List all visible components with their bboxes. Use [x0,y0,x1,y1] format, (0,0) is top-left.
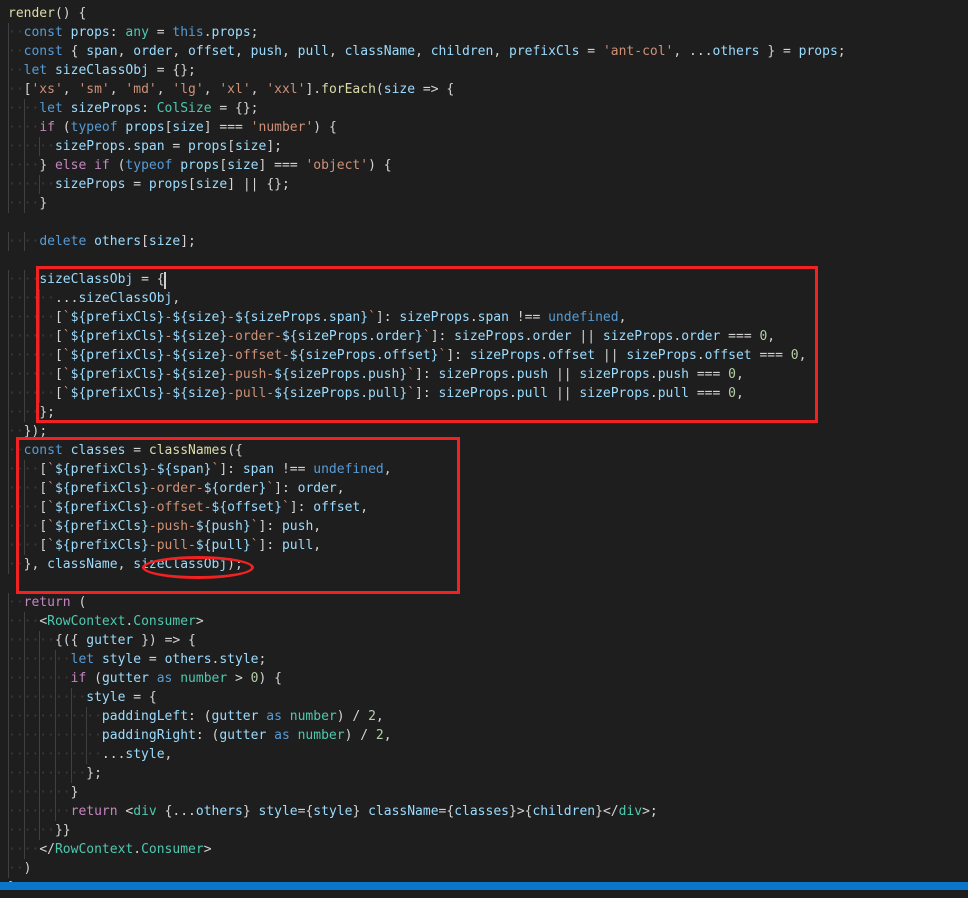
code-line[interactable]: ····[`${prefixCls}-offset-${offset}`]: o… [0,498,968,517]
code-line[interactable]: ····if (typeof props[size] === 'number')… [0,118,968,137]
code-line[interactable]: ······[`${prefixCls}-${size}-push-${size… [0,365,968,384]
code-line[interactable]: ····[`${prefixCls}-pull-${pull}`]: pull, [0,536,968,555]
code-line[interactable]: ······{({ gutter }) => { [0,631,968,650]
code-line[interactable]: ········if (gutter as number > 0) { [0,669,968,688]
code-line[interactable]: ····} [0,194,968,213]
code-line[interactable]: ··let sizeClassObj = {}; [0,61,968,80]
code-line[interactable]: ····} else if (typeof props[size] === 'o… [0,156,968,175]
code-line[interactable]: ····[`${prefixCls}-push-${push}`]: push, [0,517,968,536]
code-line[interactable]: ········let style = others.style; [0,650,968,669]
code-line[interactable]: ······[`${prefixCls}-${size}-offset-${si… [0,346,968,365]
code-line[interactable]: ····[`${prefixCls}-order-${order}`]: ord… [0,479,968,498]
code-line[interactable]: ······[`${prefixCls}-${size}-${sizeProps… [0,308,968,327]
code-line[interactable]: ··['xs', 'sm', 'md', 'lg', 'xl', 'xxl'].… [0,80,968,99]
code-line[interactable]: ············paddingLeft: (gutter as numb… [0,707,968,726]
code-line[interactable]: ··}, className, sizeClassObj); [0,555,968,574]
code-line[interactable] [0,251,968,270]
code-line[interactable]: ··return ( [0,593,968,612]
code-line[interactable]: ··}); [0,422,968,441]
code-lines-container: render() {··const props: any = this.prop… [0,0,968,890]
code-line[interactable]: ··········style = { [0,688,968,707]
code-line[interactable]: ············paddingRight: (gutter as num… [0,726,968,745]
code-line[interactable]: ··const classes = classNames({ [0,441,968,460]
code-editor-viewport[interactable]: render() {··const props: any = this.prop… [0,0,968,890]
code-line[interactable]: ······sizeProps = props[size] || {}; [0,175,968,194]
code-line[interactable]: ······sizeProps.span = props[size]; [0,137,968,156]
code-line[interactable]: ··const props: any = this.props; [0,23,968,42]
code-line[interactable]: ······}} [0,821,968,840]
code-line[interactable]: ··········}; [0,764,968,783]
code-line[interactable]: ····}; [0,403,968,422]
code-line[interactable]: ······...sizeClassObj, [0,289,968,308]
code-line[interactable]: ··) [0,859,968,878]
code-line[interactable]: ··const { span, order, offset, push, pul… [0,42,968,61]
status-bar[interactable] [0,882,968,890]
code-line[interactable]: ····delete others[size]; [0,232,968,251]
code-line[interactable]: ······[`${prefixCls}-${size}-pull-${size… [0,384,968,403]
code-line[interactable]: ············...style, [0,745,968,764]
code-line[interactable]: ····</RowContext.Consumer> [0,840,968,859]
code-line[interactable]: ········} [0,783,968,802]
text-cursor [164,272,166,289]
code-line[interactable]: ······[`${prefixCls}-${size}-order-${siz… [0,327,968,346]
code-line[interactable]: ····let sizeProps: ColSize = {}; [0,99,968,118]
code-line[interactable]: render() { [0,4,968,23]
code-line[interactable]: ····<RowContext.Consumer> [0,612,968,631]
code-line[interactable]: ········return <div {...others} style={s… [0,802,968,821]
code-line[interactable]: ····[`${prefixCls}-${span}`]: span !== u… [0,460,968,479]
code-line[interactable] [0,213,968,232]
code-line[interactable] [0,574,968,593]
code-line[interactable]: ····sizeClassObj = { [0,270,968,289]
